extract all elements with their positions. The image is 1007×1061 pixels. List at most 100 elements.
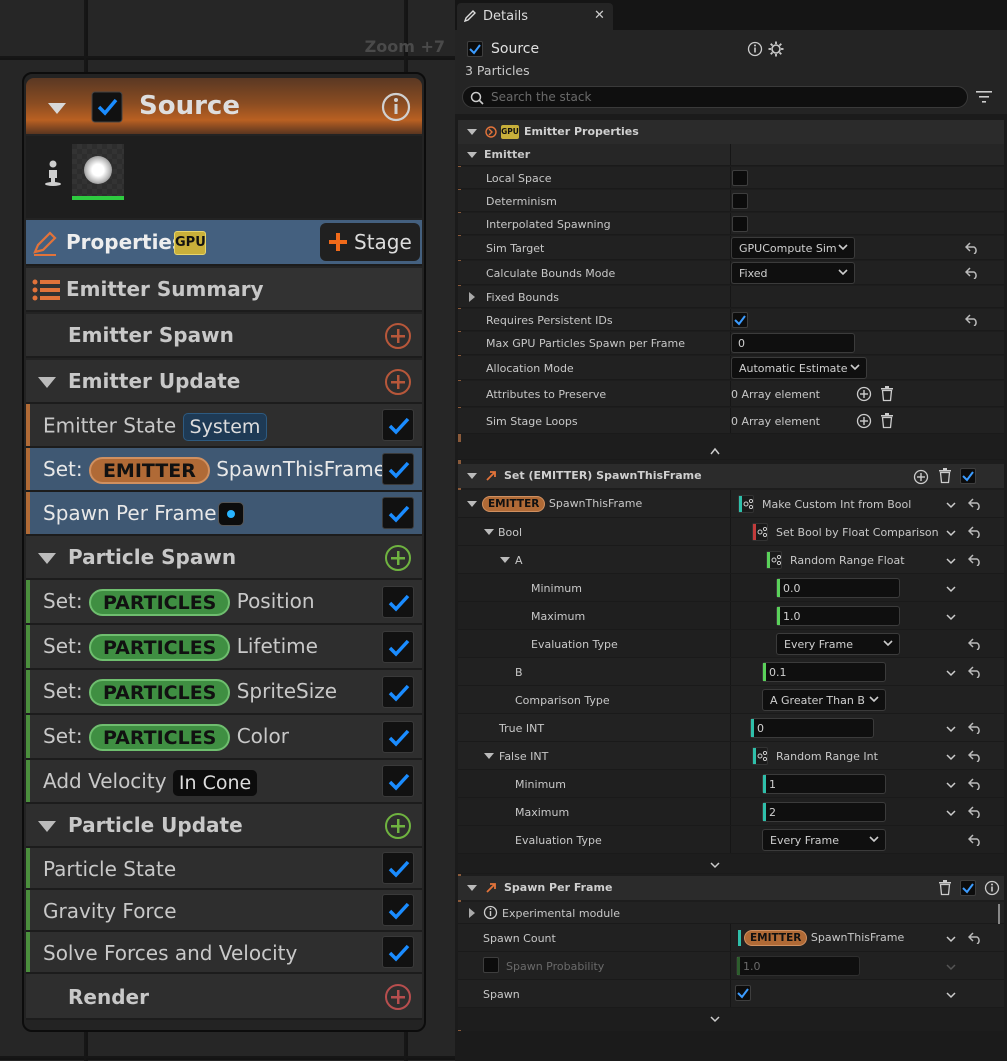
row-attributes-to-preserve[interactable]: Attributes to Preserve 0 Array element [458, 381, 1004, 407]
chevron-down-icon[interactable] [946, 935, 956, 943]
collapse-arrow-icon[interactable] [467, 473, 477, 479]
trash-icon[interactable] [938, 468, 952, 484]
graph-canvas[interactable]: Zoom +7 Source Properties GPU Stage Emit… [0, 0, 455, 1061]
person-icon[interactable] [44, 160, 62, 186]
maximum-int-input[interactable]: 2 [762, 802, 886, 822]
info-icon[interactable] [747, 41, 763, 57]
info-icon[interactable] [380, 91, 412, 123]
row-sim-target[interactable]: Sim Target GPUCompute Sim [458, 236, 1004, 260]
chevron-down-icon[interactable] [946, 585, 956, 593]
node-enable-checkbox[interactable] [91, 91, 123, 123]
add-renderer-icon[interactable] [384, 983, 412, 1011]
row-requires-persistent-ids[interactable]: Requires Persistent IDs [458, 309, 1004, 331]
sim-target-dropdown[interactable]: GPUCompute Sim [731, 237, 855, 259]
row-minimum-int[interactable]: Minimum 1 [458, 770, 1004, 798]
module-enable-checkbox[interactable] [960, 880, 976, 896]
emitter-update-section[interactable]: Emitter Update [26, 360, 422, 404]
particle-spawn-section[interactable]: Particle Spawn [26, 536, 422, 580]
add-module-icon[interactable] [384, 544, 412, 572]
collapse-arrow-icon[interactable] [467, 501, 477, 507]
chevron-down-icon[interactable] [946, 725, 956, 733]
spawn-probability-checkbox[interactable] [483, 957, 499, 973]
reset-arrow-icon[interactable] [968, 638, 982, 650]
node-header[interactable]: Source [26, 78, 422, 134]
emitter-node[interactable]: Source Properties GPU Stage Emitter Summ… [22, 72, 426, 1032]
reset-arrow-icon[interactable] [965, 267, 979, 279]
persistent-ids-checkbox[interactable] [732, 312, 748, 328]
add-module-icon[interactable] [384, 812, 412, 840]
bounds-mode-dropdown[interactable]: Fixed [731, 262, 855, 284]
expand-section-row[interactable] [458, 854, 1004, 874]
reset-arrow-icon[interactable] [968, 932, 982, 944]
chevron-down-icon[interactable] [946, 557, 956, 565]
module-solve-forces[interactable]: Solve Forces and Velocity [26, 932, 422, 974]
minimum-int-input[interactable]: 1 [762, 774, 886, 794]
row-interpolated-spawning[interactable]: Interpolated Spawning [458, 213, 1004, 235]
trash-icon[interactable] [880, 386, 894, 402]
allocation-mode-dropdown[interactable]: Automatic Estimate [731, 357, 867, 379]
module-enable-checkbox[interactable] [382, 497, 414, 529]
module-enable-checkbox[interactable] [382, 586, 414, 618]
row-bool[interactable]: Bool Set Bool by Float Comparison [458, 518, 1004, 546]
row-comparison-type[interactable]: Comparison Type A Greater Than B [458, 686, 1004, 714]
set-spawn-this-frame-header[interactable]: Set (EMITTER) SpawnThisFrame [458, 464, 1004, 488]
info-icon[interactable] [984, 880, 1000, 896]
row-experimental[interactable]: Experimental module [458, 902, 1004, 924]
linked-parameter[interactable]: EMITTER SpawnThisFrame [744, 930, 904, 946]
chevron-up-icon[interactable] [710, 447, 720, 455]
collapse-arrow-icon[interactable] [38, 377, 56, 388]
emitter-properties-header[interactable]: GPU Emitter Properties [458, 120, 1004, 144]
dynamic-input-icon[interactable] [752, 523, 768, 541]
minimum-float-input[interactable]: 0.0 [776, 578, 900, 598]
chevron-down-icon[interactable] [946, 809, 956, 817]
reset-arrow-icon[interactable] [965, 242, 979, 254]
module-add-velocity[interactable]: Add Velocity In Cone [26, 760, 422, 804]
row-allocation-mode[interactable]: Allocation Mode Automatic Estimate [458, 356, 1004, 380]
add-module-icon[interactable] [384, 322, 412, 350]
row-false-int[interactable]: False INT Random Range Int [458, 742, 1004, 770]
local-space-checkbox[interactable] [732, 170, 748, 186]
row-spawn-probability[interactable]: Spawn Probability 1.0 [458, 952, 1004, 980]
emitter-spawn-section[interactable]: Emitter Spawn [26, 314, 422, 358]
emitter-group-row[interactable]: Emitter [458, 144, 1004, 166]
module-enable-checkbox[interactable] [382, 676, 414, 708]
spawn-checkbox[interactable] [735, 985, 751, 1001]
row-b[interactable]: B 0.1 [458, 658, 1004, 686]
collapse-arrow-icon[interactable] [48, 103, 66, 114]
dynamic-input-icon[interactable] [738, 495, 754, 513]
collapse-arrow-icon[interactable] [467, 885, 477, 891]
emitter-summary-row[interactable]: Emitter Summary [26, 268, 422, 312]
reset-arrow-icon[interactable] [968, 806, 982, 818]
expand-arrow-icon[interactable] [469, 292, 475, 302]
reset-arrow-icon[interactable] [968, 750, 982, 762]
collapse-arrow-icon[interactable] [38, 821, 56, 832]
close-icon[interactable]: ✕ [594, 8, 605, 23]
module-enable-checkbox[interactable] [382, 721, 414, 753]
row-minimum-float[interactable]: Minimum 0.0 [458, 574, 1004, 602]
module-set-color[interactable]: Set: PARTICLES Color [26, 715, 422, 760]
row-evaluation-type-int[interactable]: Evaluation Type Every Frame [458, 826, 1004, 854]
module-spawn-per-frame[interactable]: Spawn Per Frame [26, 492, 422, 536]
reset-arrow-icon[interactable] [968, 526, 982, 538]
trash-icon[interactable] [938, 880, 952, 896]
properties-row[interactable]: Properties GPU Stage [26, 220, 422, 266]
chevron-down-icon[interactable] [946, 501, 956, 509]
dynamic-input-icon[interactable] [752, 747, 768, 765]
collapse-arrow-icon[interactable] [467, 129, 477, 135]
particle-update-section[interactable]: Particle Update [26, 804, 422, 848]
collapse-arrow-icon[interactable] [467, 152, 477, 158]
chevron-down-icon[interactable] [710, 1015, 720, 1023]
collapse-arrow-icon[interactable] [38, 553, 56, 564]
sprite-thumbnail[interactable] [72, 144, 124, 196]
row-a[interactable]: A Random Range Float [458, 546, 1004, 574]
dynamic-input-icon[interactable] [766, 551, 782, 569]
chevron-down-icon[interactable] [710, 861, 720, 869]
collapse-section-row[interactable] [458, 442, 1004, 460]
maximum-float-input[interactable]: 1.0 [776, 606, 900, 626]
row-sim-stage-loops[interactable]: Sim Stage Loops 0 Array element [458, 408, 1004, 434]
module-set-lifetime[interactable]: Set: PARTICLES Lifetime [26, 625, 422, 670]
row-local-space[interactable]: Local Space [458, 167, 1004, 189]
row-true-int[interactable]: True INT 0 [458, 714, 1004, 742]
reset-arrow-icon[interactable] [968, 834, 982, 846]
module-enable-checkbox[interactable] [382, 894, 414, 926]
